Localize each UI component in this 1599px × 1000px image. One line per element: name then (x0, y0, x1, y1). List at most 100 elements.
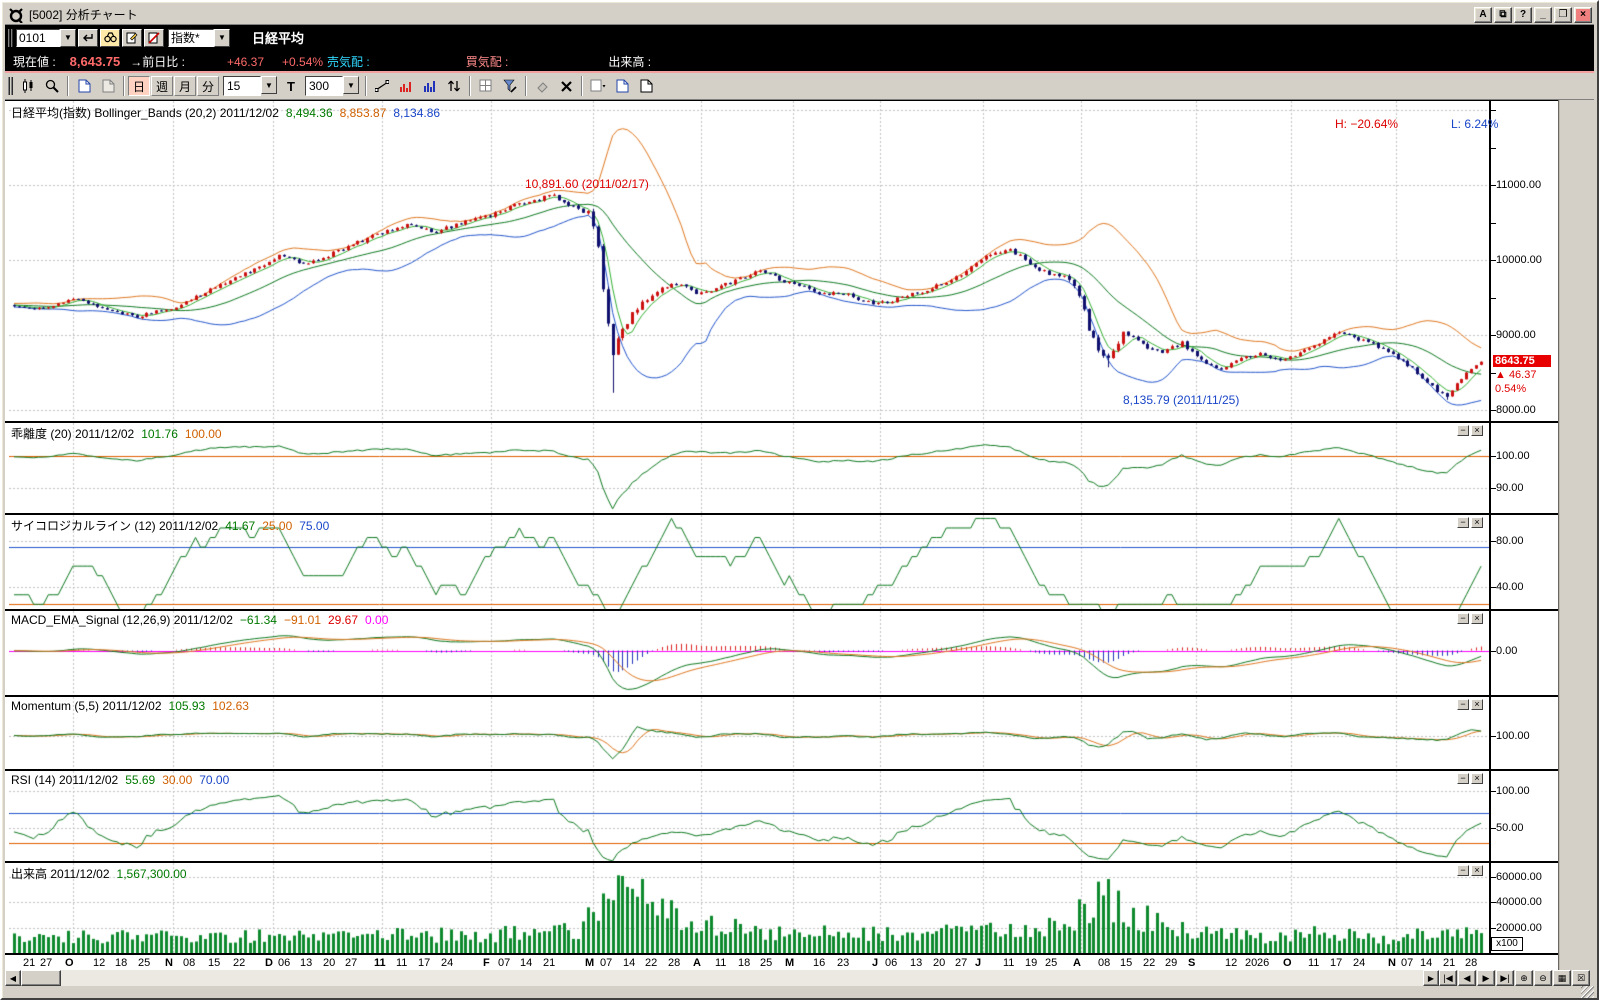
volume-plot-canvas[interactable] (9, 863, 1491, 953)
enter-button[interactable] (78, 29, 98, 47)
x-axis-label: 25 (138, 957, 150, 969)
copy-window-button[interactable]: ⧉ (1494, 7, 1512, 23)
psychological-axis-label: 80.00 (1496, 535, 1524, 547)
candlestick-chart-button[interactable] (16, 75, 40, 97)
x-axis-label: N (165, 957, 173, 969)
memo-edit-button[interactable] (122, 29, 142, 47)
rsi-panel-close-button[interactable]: × (1471, 773, 1483, 784)
trendline-button[interactable] (370, 75, 394, 97)
momentum-panel-minimize-button[interactable]: − (1457, 699, 1469, 710)
minimize-button[interactable]: _ (1534, 7, 1552, 23)
x-axis-label: 28 (1465, 957, 1477, 969)
nav-first-button[interactable]: |◀ (1439, 970, 1457, 986)
tick-chart-button[interactable]: T (280, 76, 302, 96)
psychological-panel-close-button[interactable]: × (1471, 517, 1483, 528)
blue-histogram-button[interactable] (418, 75, 442, 97)
x-axis-label: 21 (543, 957, 555, 969)
sort-updown-button[interactable] (442, 75, 466, 97)
interval-dropdown-button[interactable]: ▼ (261, 76, 277, 94)
eraser-button[interactable] (530, 75, 554, 97)
zoom-tool-button[interactable] (40, 75, 64, 97)
x-axis-label: 08 (1098, 957, 1110, 969)
close-subwindow-button[interactable]: ☒ (1572, 970, 1590, 986)
symbol-type-select[interactable] (168, 29, 214, 47)
x-axis-label: 06 (278, 957, 290, 969)
period-month-button[interactable]: 月 (174, 76, 196, 96)
psychological-axis-label: 40.00 (1496, 581, 1524, 593)
period-minute-button[interactable]: 分 (197, 76, 219, 96)
volume-axis-label: 20000.00 (1496, 922, 1542, 934)
rsi-panel-minimize-button[interactable]: − (1457, 773, 1469, 784)
deviation-plot-canvas[interactable] (9, 423, 1491, 513)
x-axis-label: 25 (1045, 957, 1057, 969)
nav-next-button[interactable]: ▶ (1477, 970, 1495, 986)
rsi-header-value-3: 70.00 (199, 773, 229, 787)
volume-panel-minimize-button[interactable]: − (1457, 865, 1469, 876)
rsi-panel-buttons: −× (1457, 773, 1483, 784)
macd-panel-close-button[interactable]: × (1471, 613, 1483, 624)
macd-panel-minimize-button[interactable]: − (1457, 613, 1469, 624)
help-button[interactable]: ? (1514, 7, 1532, 23)
zoom-out-button[interactable]: ⊖ (1534, 970, 1552, 986)
x-axis-label: J (872, 957, 878, 969)
price-axis-minor-tick (1491, 410, 1496, 411)
nav-prev-button[interactable]: ◀ (1458, 970, 1476, 986)
x-axis-label: 11 (1308, 957, 1319, 969)
change-value: +46.37 (227, 55, 264, 69)
restore-button[interactable]: ❐ (1554, 7, 1572, 23)
deviation-panel-header: 乖離度 (20) 2011/12/02101.76100.00 (11, 425, 229, 442)
delete-all-button[interactable] (554, 75, 578, 97)
symbol-code-input[interactable] (16, 29, 60, 47)
resize-grip[interactable] (1581, 986, 1594, 999)
high-percent-label: H: −20.64% (1335, 117, 1398, 131)
period-week-button[interactable]: 週 (151, 76, 173, 96)
duplicate-chart-button[interactable] (96, 75, 120, 97)
clear-note-button[interactable] (144, 29, 164, 47)
panel-deviation: 乖離度 (20) 2011/12/02101.76100.00 (5, 421, 1558, 513)
nav-last-button[interactable]: ▶| (1496, 970, 1514, 986)
scroll-left-button[interactable]: ◀ (5, 970, 21, 986)
red-histogram-button[interactable] (394, 75, 418, 97)
momentum-panel-close-button[interactable]: × (1471, 699, 1483, 710)
chart-toolbar-grip (8, 77, 13, 95)
deviation-panel-close-button[interactable]: × (1471, 425, 1483, 436)
macd-axis-label: 0.00 (1496, 645, 1517, 657)
page-export-button[interactable] (634, 75, 658, 97)
volume-panel-close-button[interactable]: × (1471, 865, 1483, 876)
search-binoculars-button[interactable] (100, 29, 120, 47)
x-axis-label: 27 (40, 957, 52, 969)
indicator-wizard-button[interactable] (498, 75, 522, 97)
save-layout-button[interactable] (586, 75, 610, 97)
symbol-dropdown-button[interactable]: ▼ (60, 29, 76, 47)
panel-momentum: Momentum (5,5) 2011/12/02105.93102.63 (5, 695, 1558, 769)
x-axis-label: O (65, 957, 74, 969)
x-axis-label: S (1188, 957, 1195, 969)
bar-count-dropdown-button[interactable]: ▼ (343, 76, 359, 94)
price-plot-canvas[interactable] (9, 101, 1491, 421)
x-axis-label: 16 (813, 957, 825, 969)
calendar-button[interactable]: ▦ (1553, 970, 1571, 986)
close-button[interactable]: × (1574, 7, 1592, 23)
symbol-type-dropdown-button[interactable]: ▼ (214, 29, 230, 47)
chart-area: 日経平均(指数) Bollinger_Bands (20,2) 2011/12/… (5, 100, 1558, 970)
horizontal-scrollbar[interactable]: ◀ ▶ (5, 970, 1439, 986)
grid-layout-button[interactable] (474, 75, 498, 97)
right-gutter (1558, 100, 1598, 970)
deviation-panel-minimize-button[interactable]: − (1457, 425, 1469, 436)
zoom-in-button[interactable]: ⊕ (1515, 970, 1533, 986)
price-axis-label: 10000.00 (1496, 254, 1542, 266)
rsi-header-title: RSI (14) 2011/12/02 (11, 773, 118, 787)
new-chart-button[interactable] (72, 75, 96, 97)
psychological-panel-minimize-button[interactable]: − (1457, 517, 1469, 528)
x-axis-label: O (1283, 957, 1292, 969)
font-button[interactable]: A (1474, 7, 1492, 23)
period-day-button[interactable]: 日 (128, 76, 150, 96)
x-axis-label: J (975, 957, 981, 969)
deviation-axis-tick (1491, 488, 1496, 489)
bar-count-select[interactable] (305, 76, 343, 96)
scroll-right-button[interactable]: ▶ (1423, 970, 1439, 986)
page-copy-button[interactable] (610, 75, 634, 97)
interval-select[interactable] (223, 76, 261, 96)
scrollbar-thumb[interactable] (21, 970, 61, 986)
x-axis-label: 27 (345, 957, 357, 969)
